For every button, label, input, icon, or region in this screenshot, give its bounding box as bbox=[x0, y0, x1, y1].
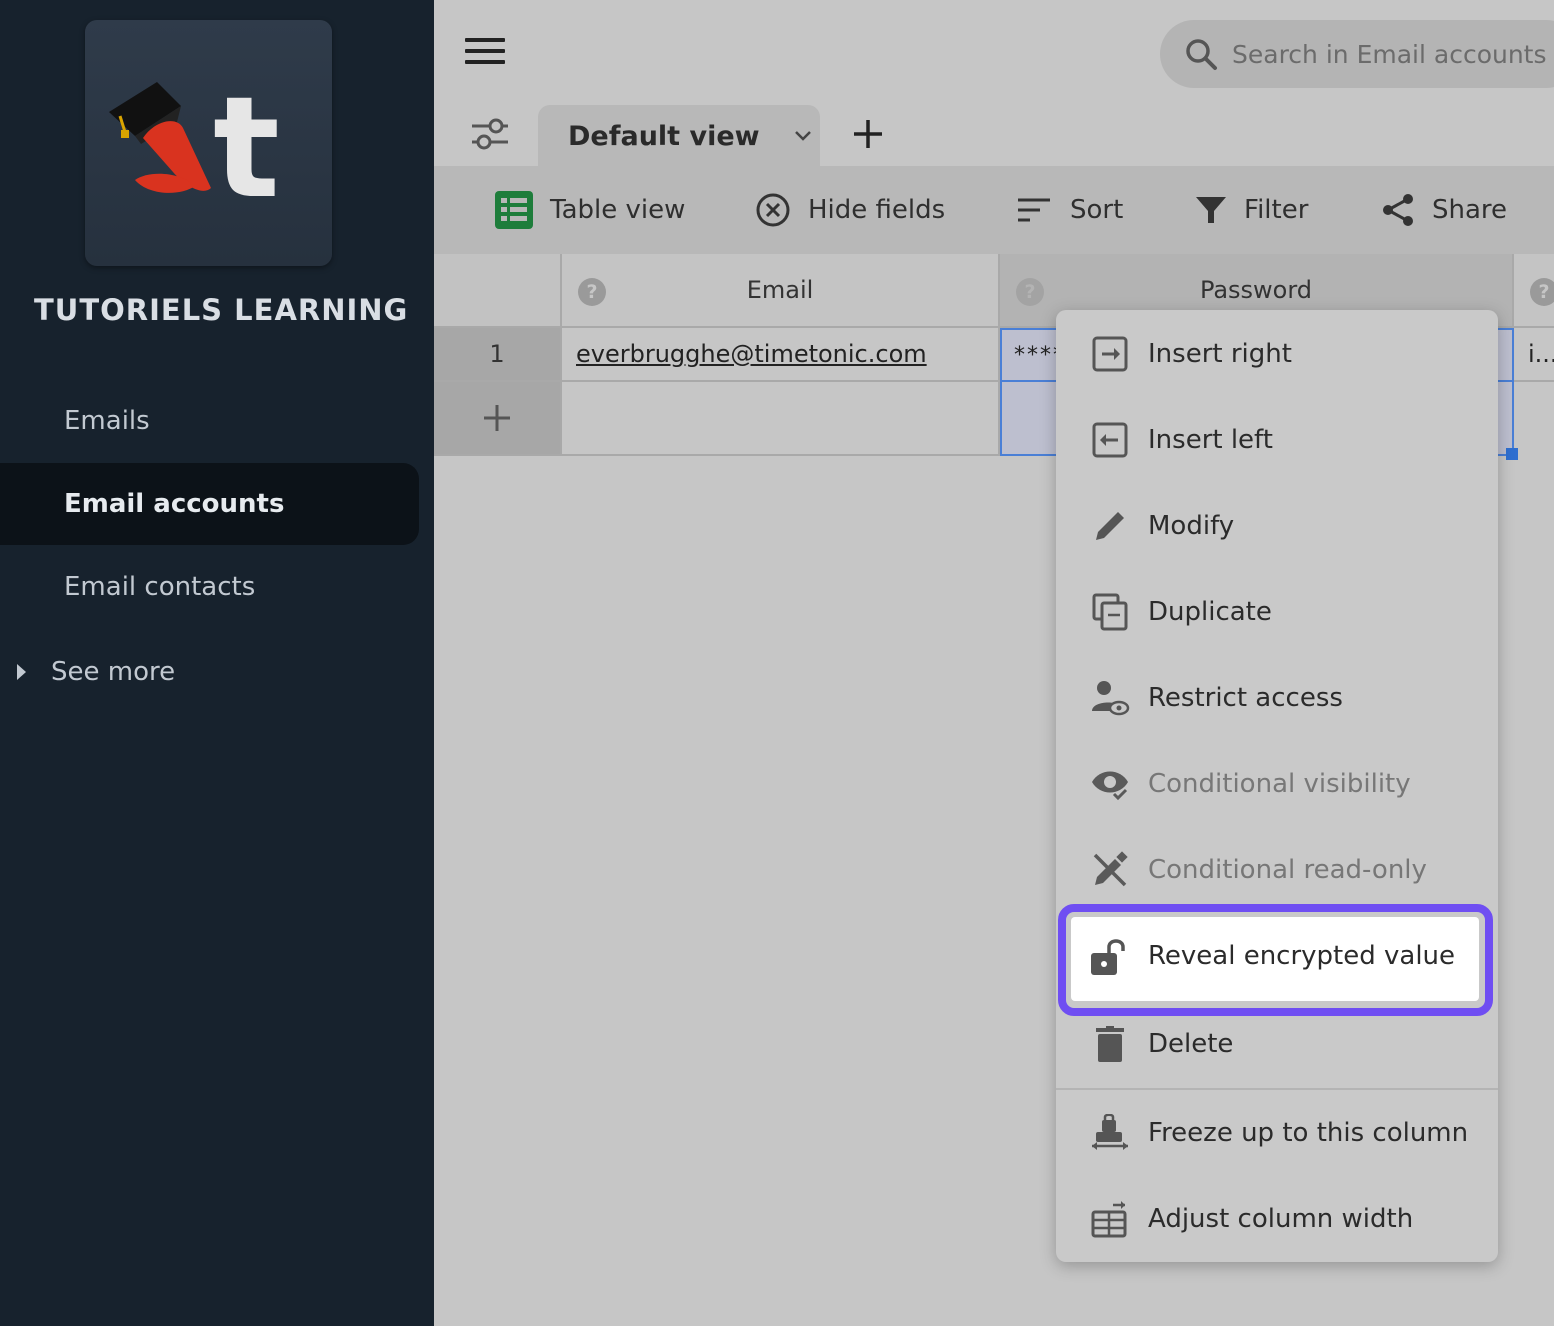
menu-item-insert-right[interactable]: Insert right bbox=[1056, 314, 1498, 394]
email-link[interactable]: everbrugghe@timetonic.com bbox=[562, 340, 927, 368]
help-icon[interactable]: ? bbox=[578, 278, 606, 306]
pencil-off-icon bbox=[1090, 850, 1130, 890]
pencil-icon bbox=[1090, 506, 1130, 546]
menu-item-delete[interactable]: Delete bbox=[1056, 1004, 1498, 1084]
menu-item-modify[interactable]: Modify bbox=[1056, 486, 1498, 566]
search-input[interactable]: Search in Email accounts - bbox=[1160, 20, 1554, 88]
sidebar-item-email-accounts[interactable]: Email accounts bbox=[0, 463, 419, 545]
eye-check-icon bbox=[1090, 764, 1130, 804]
view-settings-icon[interactable] bbox=[470, 114, 510, 154]
share-button[interactable]: Share bbox=[1380, 166, 1507, 254]
sidebar-item-label: Email accounts bbox=[64, 489, 285, 519]
menu-item-label: Restrict access bbox=[1148, 683, 1343, 713]
caret-right-icon bbox=[17, 664, 26, 680]
plus-icon bbox=[484, 405, 510, 431]
table-view-label: Table view bbox=[550, 195, 686, 225]
restrict-access-icon bbox=[1090, 678, 1130, 718]
sidebar-item-label: Emails bbox=[64, 406, 150, 436]
menu-item-reveal-encrypted-value[interactable]: Reveal encrypted value bbox=[1071, 917, 1479, 1001]
duplicate-icon bbox=[1090, 592, 1130, 632]
table-cell-email[interactable]: everbrugghe@timetonic.com bbox=[562, 328, 1000, 382]
workspace-name: TUTORIELS LEARNING bbox=[34, 293, 409, 327]
funnel-icon bbox=[1196, 197, 1226, 223]
help-icon[interactable]: ? bbox=[1530, 278, 1554, 306]
table-width-icon bbox=[1090, 1199, 1130, 1239]
truncated-value: i... bbox=[1528, 340, 1554, 368]
menu-item-label: Modify bbox=[1148, 511, 1235, 541]
add-view-icon[interactable] bbox=[848, 114, 888, 154]
menu-item-label: Freeze up to this column bbox=[1148, 1118, 1469, 1148]
column-header-label: Email bbox=[746, 276, 814, 304]
sort-icon bbox=[1018, 198, 1050, 222]
svg-text:t: t bbox=[213, 67, 280, 230]
sidebar-item-label: Email contacts bbox=[64, 572, 256, 602]
menu-item-conditional-read-only: Conditional read-only bbox=[1056, 830, 1498, 910]
table-view-button[interactable]: Table view bbox=[494, 166, 685, 254]
menu-item-label: Conditional read-only bbox=[1148, 855, 1427, 885]
sidebar-item-email-contacts[interactable]: Email contacts bbox=[0, 546, 419, 628]
search-placeholder: Search in Email accounts - bbox=[1232, 39, 1554, 69]
column-header-label: Password bbox=[1199, 276, 1313, 304]
trash-icon bbox=[1090, 1024, 1130, 1064]
sort-button[interactable]: Sort bbox=[1016, 166, 1123, 254]
menu-item-duplicate[interactable]: Duplicate bbox=[1056, 572, 1498, 652]
menu-item-label: Conditional visibility bbox=[1148, 769, 1411, 799]
hide-fields-icon bbox=[756, 193, 790, 227]
table-cell-empty[interactable] bbox=[562, 382, 1000, 456]
table-view-icon bbox=[495, 191, 533, 229]
see-more-label: See more bbox=[51, 657, 176, 687]
column-header-email[interactable]: ? Email bbox=[562, 254, 1000, 328]
freeze-icon bbox=[1090, 1113, 1130, 1153]
view-tab-label: Default view bbox=[568, 120, 760, 152]
toolbar: Table view Hide fields Sort Filter Share bbox=[434, 166, 1554, 254]
menu-item-label: Reveal encrypted value bbox=[1148, 941, 1456, 971]
insert-right-icon bbox=[1090, 334, 1130, 374]
menu-item-freeze-column[interactable]: Freeze up to this column bbox=[1056, 1093, 1498, 1173]
filter-label: Filter bbox=[1244, 195, 1309, 225]
help-icon[interactable]: ? bbox=[1016, 278, 1044, 306]
column-header-next[interactable]: ? bbox=[1514, 254, 1554, 328]
unlock-icon bbox=[1089, 937, 1129, 977]
search-icon bbox=[1186, 39, 1217, 70]
menu-item-label: Adjust column width bbox=[1148, 1204, 1414, 1234]
share-label: Share bbox=[1432, 195, 1508, 225]
add-row-button[interactable] bbox=[434, 382, 562, 456]
share-icon bbox=[1383, 194, 1413, 226]
table-corner bbox=[434, 254, 562, 328]
chevron-down-icon bbox=[794, 131, 811, 141]
filter-button[interactable]: Filter bbox=[1194, 166, 1308, 254]
row-number: 1 bbox=[434, 328, 562, 382]
tutoriels-logo-icon: t bbox=[109, 67, 280, 230]
insert-left-icon bbox=[1090, 420, 1130, 460]
menu-item-insert-left[interactable]: Insert left bbox=[1056, 400, 1498, 480]
menu-divider bbox=[1056, 1088, 1498, 1090]
row-number-label: 1 bbox=[489, 340, 505, 368]
menu-item-label: Insert left bbox=[1148, 425, 1273, 455]
sidebar-item-emails[interactable]: Emails bbox=[0, 380, 419, 462]
menu-item-adjust-column-width[interactable]: Adjust column width bbox=[1056, 1179, 1498, 1259]
menu-icon[interactable] bbox=[465, 38, 505, 68]
menu-item-conditional-visibility: Conditional visibility bbox=[1056, 744, 1498, 824]
table-cell-next[interactable]: i... bbox=[1514, 328, 1554, 382]
hide-fields-label: Hide fields bbox=[808, 195, 946, 225]
menu-item-restrict-access[interactable]: Restrict access bbox=[1056, 658, 1498, 738]
menu-item-label: Duplicate bbox=[1148, 597, 1272, 627]
menu-item-label: Insert right bbox=[1148, 339, 1292, 369]
see-more-toggle[interactable]: See more bbox=[0, 640, 419, 704]
views-row: Default view bbox=[434, 104, 1554, 167]
menu-item-label: Delete bbox=[1148, 1029, 1234, 1059]
tab-default-view[interactable]: Default view bbox=[538, 105, 820, 167]
app-logo[interactable]: t bbox=[85, 20, 332, 266]
fill-handle[interactable] bbox=[1506, 448, 1518, 460]
sidebar: t TUTORIELS LEARNING Emails Email accoun… bbox=[0, 0, 434, 1326]
sort-label: Sort bbox=[1070, 195, 1124, 225]
hide-fields-button[interactable]: Hide fields bbox=[754, 166, 945, 254]
